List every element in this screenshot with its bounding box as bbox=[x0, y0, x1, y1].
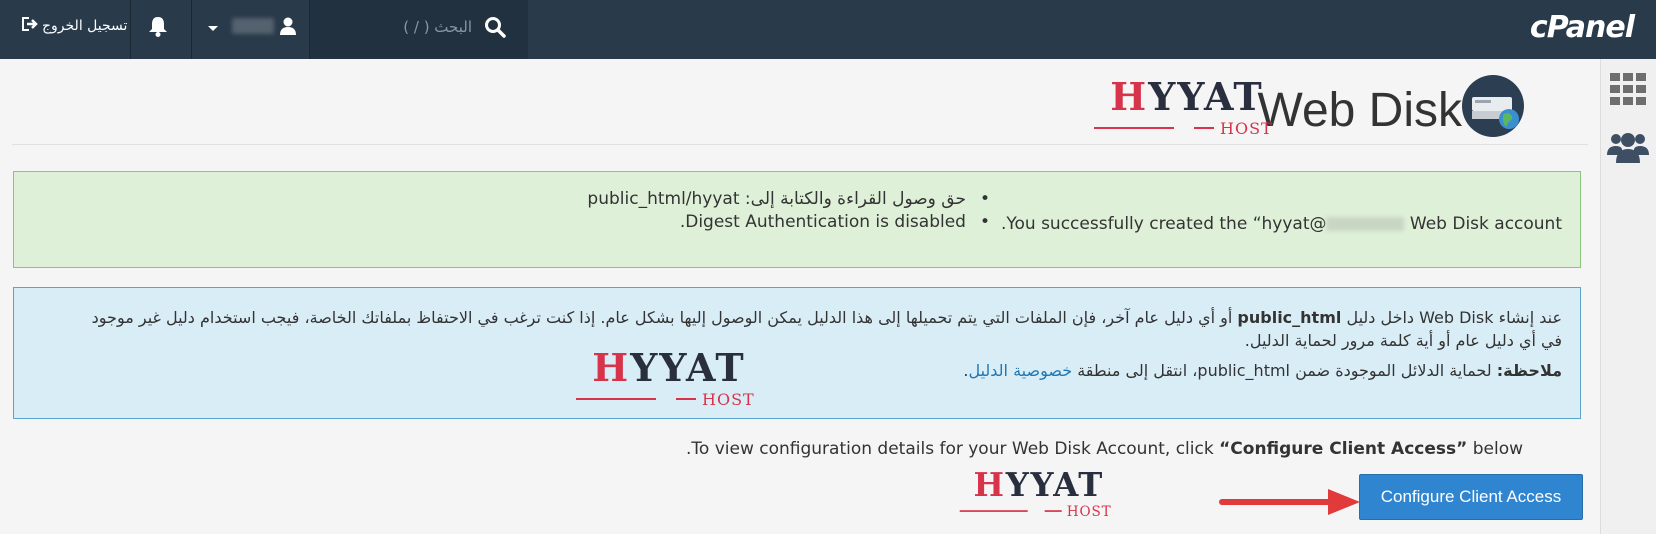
user-menu[interactable] bbox=[192, 0, 310, 59]
right-sidebar bbox=[1600, 59, 1656, 534]
bell-icon[interactable] bbox=[148, 15, 168, 41]
success-alert: You successfully created the “hyyat@ Web… bbox=[13, 171, 1581, 268]
page-title: Web Disk bbox=[1257, 84, 1463, 137]
configure-instructions: To view configuration details for your W… bbox=[686, 439, 1523, 459]
hyyat-host-watermark: HYYAT HOST bbox=[574, 346, 764, 409]
logout-icon bbox=[22, 17, 38, 35]
success-message: You successfully created the “hyyat@ Web… bbox=[1000, 214, 1562, 234]
main-content: Web Disk HYYAT HOST You successfully cre… bbox=[0, 59, 1600, 534]
hyyat-host-watermark: HYYAT HOST bbox=[1092, 75, 1282, 138]
users-icon[interactable] bbox=[1607, 131, 1649, 167]
logout-label: تسجيل الخروج bbox=[42, 18, 128, 34]
cpanel-logo[interactable]: cPanel bbox=[1530, 10, 1635, 45]
hyyat-host-watermark: HYYAT HOST bbox=[958, 466, 1120, 520]
username[interactable] bbox=[232, 18, 274, 34]
user-icon bbox=[280, 17, 296, 39]
logout-button[interactable]: تسجيل الخروج bbox=[22, 17, 127, 35]
divider bbox=[130, 0, 131, 59]
search-box[interactable]: البحث ( / ) bbox=[310, 0, 528, 59]
success-details-list: حق وصول القراءة والكتابة إلى: public_htm… bbox=[587, 188, 990, 234]
red-arrow-icon bbox=[1218, 487, 1363, 521]
info-paragraph: عند إنشاء Web Disk داخل دليل public_html… bbox=[91, 308, 1562, 350]
configure-client-access-button[interactable]: Configure Client Access bbox=[1359, 474, 1583, 520]
search-icon[interactable] bbox=[484, 16, 506, 42]
directory-privacy-link[interactable]: خصوصية الدليل bbox=[968, 361, 1072, 380]
info-alert: عند إنشاء Web Disk داخل دليل public_html… bbox=[13, 287, 1581, 419]
divider bbox=[191, 0, 192, 59]
search-input[interactable]: البحث ( / ) bbox=[403, 18, 472, 36]
web-disk-icon bbox=[1462, 75, 1524, 141]
chevron-down-icon[interactable] bbox=[208, 26, 218, 31]
top-navbar: cPanel البحث ( / ) تسجيل الخروج bbox=[0, 0, 1656, 59]
list-item: Digest Authentication is disabled. bbox=[587, 211, 990, 234]
list-item: حق وصول القراءة والكتابة إلى: public_htm… bbox=[587, 188, 990, 211]
info-note: ملاحظة: لحماية الدلائل الموجودة ضمن publ… bbox=[963, 361, 1562, 380]
divider bbox=[12, 144, 1588, 145]
grid-icon[interactable] bbox=[1610, 73, 1646, 109]
